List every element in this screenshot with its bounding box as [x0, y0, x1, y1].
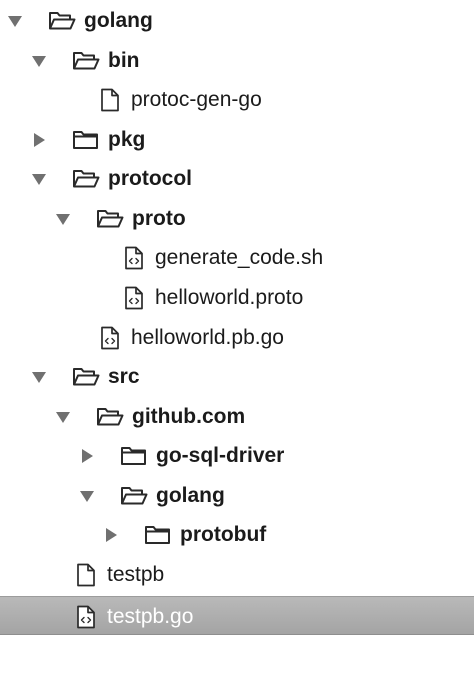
tree-item-label: go-sql-driver [156, 444, 285, 467]
file-icon [99, 80, 121, 119]
file-icon [75, 555, 97, 594]
chevron-down-icon[interactable] [29, 41, 49, 80]
tree-item-label: proto [132, 207, 186, 230]
tree-item-label: golang [84, 9, 153, 32]
code-file-icon [123, 278, 145, 317]
chevron-right-icon[interactable] [77, 436, 97, 475]
folder-icon [72, 120, 100, 159]
chevron-right-icon[interactable] [29, 120, 49, 159]
folder-open-icon [72, 357, 100, 396]
folder-open-icon [72, 41, 100, 80]
tree-row-go-sql-driver[interactable]: go-sql-driver [0, 436, 474, 475]
tree-row-golang-sub[interactable]: golang [0, 476, 474, 515]
chevron-down-icon[interactable] [29, 357, 49, 396]
tree-item-label: protoc-gen-go [131, 88, 262, 111]
tree-item-label: protocol [108, 167, 192, 190]
tree-row-testpb[interactable]: testpb [0, 555, 474, 594]
folder-icon [120, 436, 148, 475]
tree-row-bin[interactable]: bin [0, 41, 474, 80]
chevron-down-icon[interactable] [5, 1, 25, 40]
folder-open-icon [72, 159, 100, 198]
tree-row-helloworld-proto[interactable]: helloworld.proto [0, 278, 474, 317]
tree-item-label: helloworld.pb.go [131, 326, 284, 349]
tree-item-label: src [108, 365, 140, 388]
tree-row-src[interactable]: src [0, 357, 474, 396]
chevron-right-icon[interactable] [101, 515, 121, 554]
tree-item-label: generate_code.sh [155, 246, 324, 269]
tree-row-generate-code-sh[interactable]: generate_code.sh [0, 238, 474, 277]
tree-item-label: protobuf [180, 523, 267, 546]
folder-open-icon [120, 476, 148, 515]
tree-row-protocol[interactable]: protocol [0, 159, 474, 198]
tree-row-pkg[interactable]: pkg [0, 120, 474, 159]
tree-row-golang[interactable]: golang [0, 1, 474, 40]
tree-item-label: testpb [107, 563, 165, 586]
chevron-down-icon[interactable] [53, 397, 73, 436]
tree-item-label: helloworld.proto [155, 286, 304, 309]
tree-row-testpb-go[interactable]: testpb.go [0, 596, 474, 635]
tree-row-helloworld-pb-go[interactable]: helloworld.pb.go [0, 318, 474, 357]
code-file-icon [99, 318, 121, 357]
tree-row-github-com[interactable]: github.com [0, 397, 474, 436]
chevron-down-icon[interactable] [77, 476, 97, 515]
tree-item-label: testpb.go [107, 605, 194, 628]
tree-item-label: golang [156, 484, 225, 507]
tree-row-proto[interactable]: proto [0, 199, 474, 238]
tree-item-label: bin [108, 49, 140, 72]
chevron-down-icon[interactable] [53, 199, 73, 238]
file-tree: golang bin protoc-gen-go pkg protocol pr… [0, 0, 474, 680]
code-file-icon [75, 597, 97, 636]
code-file-icon [123, 238, 145, 277]
chevron-down-icon[interactable] [29, 159, 49, 198]
tree-row-protobuf[interactable]: protobuf [0, 515, 474, 554]
folder-open-icon [96, 199, 124, 238]
folder-open-icon [48, 1, 76, 40]
folder-open-icon [96, 397, 124, 436]
tree-row-protoc-gen-go[interactable]: protoc-gen-go [0, 80, 474, 119]
tree-item-label: pkg [108, 128, 146, 151]
folder-icon [144, 515, 172, 554]
tree-item-label: github.com [132, 405, 246, 428]
